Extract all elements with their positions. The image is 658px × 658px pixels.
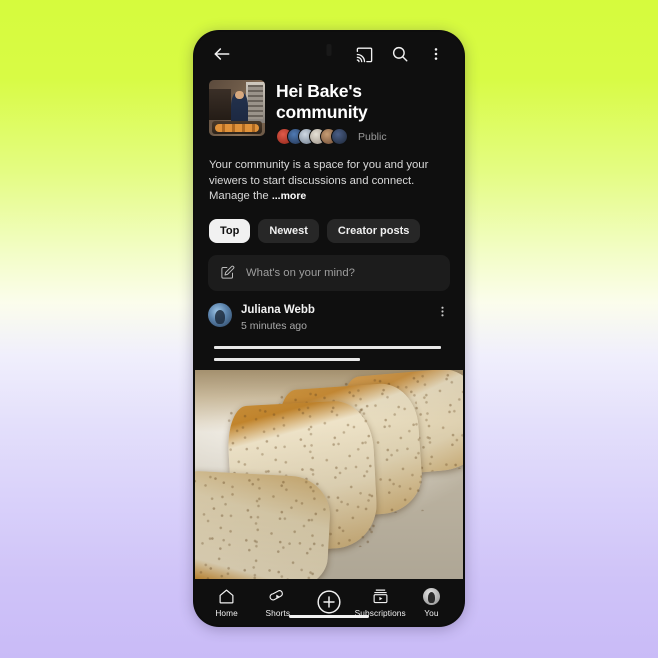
image-shade bbox=[195, 369, 463, 579]
canvas: Hei Bake's community Public Your communi… bbox=[0, 0, 658, 658]
nav-item-you[interactable]: You bbox=[406, 588, 457, 618]
shorts-icon bbox=[269, 588, 286, 605]
post-overflow-icon[interactable] bbox=[434, 303, 450, 318]
nav-item-shorts[interactable]: Shorts bbox=[252, 588, 303, 618]
nav-label-home: Home bbox=[215, 608, 238, 618]
more-vertical-icon[interactable] bbox=[423, 41, 449, 67]
description-text: Your community is a space for you and yo… bbox=[209, 159, 429, 202]
create-plus-icon bbox=[316, 589, 342, 615]
back-arrow-icon[interactable] bbox=[209, 41, 235, 67]
post-author-name[interactable]: Juliana Webb bbox=[241, 303, 425, 317]
post-body-redacted bbox=[208, 345, 450, 361]
visibility-label: Public bbox=[358, 130, 387, 143]
community-post: Juliana Webb 5 minutes ago bbox=[195, 291, 463, 370]
bottom-nav: Home Shorts Subscriptions You bbox=[195, 579, 463, 625]
post-header: Juliana Webb 5 minutes ago bbox=[208, 302, 450, 333]
post-identity: Juliana Webb 5 minutes ago bbox=[241, 303, 425, 333]
composer-placeholder: What's on your mind? bbox=[246, 266, 355, 279]
cast-icon[interactable] bbox=[351, 41, 377, 67]
channel-thumbnail[interactable] bbox=[209, 80, 265, 136]
channel-header: Hei Bake's community Public bbox=[195, 76, 463, 145]
nav-label-you: You bbox=[424, 608, 439, 618]
community-description[interactable]: Your community is a space for you and yo… bbox=[195, 145, 463, 205]
phone-mockup: Hei Bake's community Public Your communi… bbox=[193, 30, 465, 627]
redacted-line bbox=[214, 357, 361, 361]
subscriptions-icon bbox=[372, 588, 389, 605]
nav-item-create[interactable] bbox=[303, 589, 354, 618]
chip-creator-posts[interactable]: Creator posts bbox=[326, 218, 421, 243]
nav-item-subscriptions[interactable]: Subscriptions bbox=[355, 588, 406, 618]
nav-item-home[interactable]: Home bbox=[201, 588, 252, 618]
post-composer[interactable]: What's on your mind? bbox=[208, 254, 450, 291]
member-avatars[interactable] bbox=[276, 128, 348, 145]
home-icon bbox=[218, 588, 235, 605]
avatar[interactable] bbox=[208, 302, 232, 327]
member-avatar bbox=[331, 128, 348, 145]
channel-subrow: Public bbox=[276, 128, 449, 145]
account-avatar-icon bbox=[422, 588, 440, 605]
channel-meta: Hei Bake's community Public bbox=[276, 80, 449, 145]
more-link[interactable]: ...more bbox=[272, 190, 306, 202]
phone-screen: Hei Bake's community Public Your communi… bbox=[195, 32, 463, 625]
gesture-bar bbox=[289, 615, 369, 618]
search-icon[interactable] bbox=[387, 41, 413, 67]
page-title: Hei Bake's community bbox=[276, 81, 368, 122]
chip-top[interactable]: Top bbox=[209, 218, 251, 243]
app-bar bbox=[195, 32, 463, 76]
compose-pencil-icon bbox=[220, 265, 235, 280]
post-image[interactable] bbox=[195, 369, 463, 579]
post-timestamp: 5 minutes ago bbox=[241, 319, 307, 332]
filter-chip-bar: Top Newest Creator posts bbox=[195, 205, 463, 243]
status-artifact bbox=[326, 44, 332, 56]
redacted-line bbox=[214, 345, 441, 349]
nav-label-shorts: Shorts bbox=[265, 608, 291, 618]
chip-newest[interactable]: Newest bbox=[258, 218, 319, 243]
